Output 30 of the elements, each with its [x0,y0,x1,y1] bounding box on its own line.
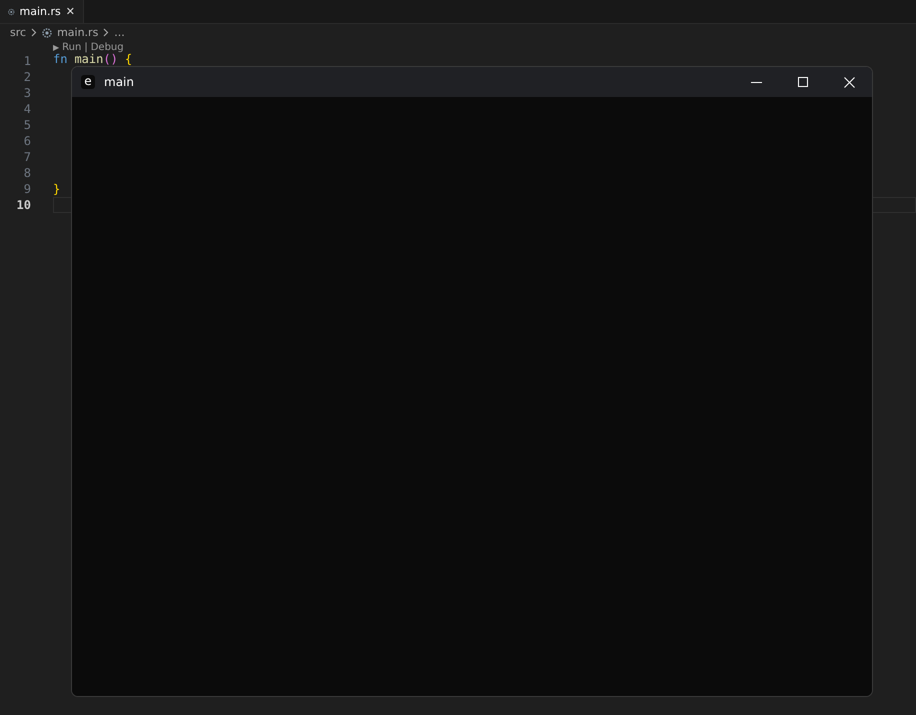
maximize-icon[interactable] [798,77,808,87]
line-number: 6 [22,134,31,148]
debug-link[interactable]: Debug [90,42,124,52]
editor-tab[interactable]: main.rs ✕ [0,0,84,23]
chevron-icon [31,28,38,37]
chevron-icon [103,28,110,37]
close-icon[interactable]: ✕ [66,5,75,18]
line-number: 9 [22,182,31,196]
run-link[interactable]: Run [62,42,82,52]
breadcrumb[interactable]: ... [114,26,125,39]
line-number: 5 [22,118,31,132]
tab-label: main.rs [20,5,61,18]
play-icon: ▶ [53,42,60,52]
window-title: main [104,75,134,89]
gear-icon [42,28,52,38]
close-icon[interactable] [844,76,855,88]
line-number: 2 [22,70,31,84]
line-number: 7 [22,150,31,164]
line-number: 10 [16,198,31,212]
app-icon: e [81,75,95,89]
line-number: 8 [22,166,31,180]
breadcrumb[interactable]: main.rs [57,26,98,39]
gear-icon [8,6,15,16]
line-number: 4 [22,102,31,116]
line-number: 1 [22,54,31,68]
code-line: } [53,182,60,196]
separator-text: | [84,42,88,52]
line-number: 3 [22,86,31,100]
breadcrumb[interactable]: src [10,26,26,39]
code-line: fn main() { [53,52,132,66]
